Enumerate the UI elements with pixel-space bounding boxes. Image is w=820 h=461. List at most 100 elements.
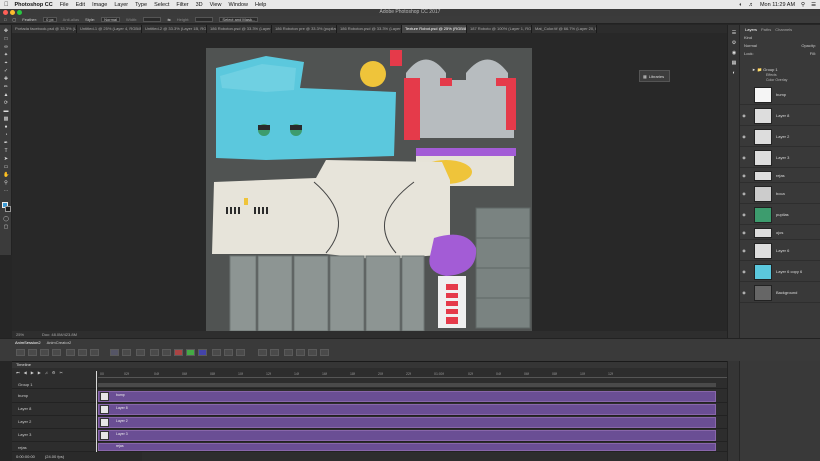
tab-document[interactable]: 186 Roboton.psd @ 33.3% (Layer 1... [207, 25, 272, 33]
tab-document[interactable]: 186 Roboton.psd @ 33.3% (Layer 1, RG... [337, 25, 402, 33]
anim-action-button[interactable] [258, 349, 267, 356]
layer-row[interactable]: ◉ Layer 6 copy 6 [740, 262, 820, 282]
history-brush-tool-icon[interactable]: ⟳ [3, 101, 9, 106]
minimize-window-button[interactable] [10, 10, 15, 15]
width-input[interactable] [143, 17, 162, 22]
swap-icon[interactable]: ⇆ [167, 17, 170, 22]
properties-icon[interactable]: ⚙ [731, 41, 737, 46]
tab-document[interactable]: Mat_Color.tif @ 66.7% (Layer 20, RGB... [532, 25, 597, 33]
eye-icon[interactable]: ◉ [740, 173, 748, 178]
anim-action-button[interactable] [150, 349, 159, 356]
menu-filter[interactable]: Filter [176, 2, 188, 8]
menu-select[interactable]: Select [154, 2, 169, 8]
tab-channels[interactable]: Channels [775, 27, 792, 32]
tab-document[interactable]: 187 Roboto @ 100% (Layer 1, RGB/... [467, 25, 532, 33]
zoom-window-button[interactable] [17, 10, 22, 15]
tab-paths[interactable]: Paths [761, 27, 771, 32]
eye-icon[interactable]: ◉ [740, 230, 748, 235]
tab-document[interactable]: Untitled-1 @ 25% (Layer 4, RGB/8... [77, 25, 142, 33]
tab-document[interactable]: Portada facebook.psd @ 33.3% (Layer ... [12, 25, 77, 33]
timeline-clip[interactable] [98, 404, 716, 415]
eraser-tool-icon[interactable]: ▬ [3, 109, 9, 114]
blend-mode-select[interactable]: Normal [744, 43, 757, 49]
prev-frame-icon[interactable]: ◀ [24, 370, 27, 375]
zoom-level[interactable]: 25% [16, 332, 24, 337]
timecode[interactable]: 0:00:00:00 [16, 454, 35, 459]
eye-icon[interactable]: ◉ [740, 191, 748, 196]
document-canvas[interactable] [206, 48, 532, 331]
lock-label[interactable]: Lock: [744, 51, 754, 57]
fill-label[interactable]: Fill: [810, 51, 816, 57]
timeline-track[interactable]: bump bump [12, 390, 727, 403]
marquee-tool-icon[interactable]: □ [4, 17, 6, 22]
tab-document[interactable]: Untitled-2 @ 33.3% (Layer 1B, RGB/8... [142, 25, 207, 33]
anim-action-button[interactable] [212, 349, 221, 356]
layer-row[interactable]: ◉ Background [740, 283, 820, 303]
anim-action-button[interactable] [296, 349, 305, 356]
first-frame-icon[interactable]: ⏮ [16, 370, 20, 375]
anim-action-button[interactable] [122, 349, 131, 356]
red-swatch-button[interactable] [174, 349, 183, 356]
antialias-checkbox[interactable]: Anti-alias [63, 17, 79, 22]
gradient-tool-icon[interactable]: ▩ [3, 117, 9, 122]
feather-input[interactable]: 0 px [43, 17, 57, 22]
anim-action-button[interactable] [52, 349, 61, 356]
lasso-tool-icon[interactable]: ∞ [3, 45, 9, 50]
eye-icon[interactable]: ◉ [740, 212, 748, 217]
healing-tool-icon[interactable]: ✚ [3, 77, 9, 82]
background-color-swatch[interactable] [5, 206, 11, 212]
anim-action-button[interactable] [308, 349, 317, 356]
quick-select-tool-icon[interactable]: ✦ [3, 53, 9, 58]
tab-animsession[interactable]: AnimSession2 [15, 340, 41, 345]
timeline-track[interactable]: Layer 2 Layer 2 [12, 416, 727, 429]
layer-row[interactable]: ◉ pupilas [740, 205, 820, 225]
height-input[interactable] [195, 17, 214, 22]
settings-icon[interactable]: ⚙ [52, 370, 56, 375]
tab-animcreator[interactable]: AnimCreator2 [47, 340, 72, 345]
layer-row[interactable]: bump [740, 85, 820, 105]
anim-action-button[interactable] [136, 349, 145, 356]
crop-tool-icon[interactable]: ⌖ [3, 61, 9, 66]
wifi-icon[interactable]: ◐ [739, 2, 742, 8]
apple-icon[interactable]:  [4, 2, 9, 8]
history-icon[interactable]: ☰ [731, 31, 737, 36]
adjustments-icon[interactable]: ◐ [731, 71, 737, 76]
audio-icon[interactable]: ♫ [45, 370, 48, 375]
layer-group-row[interactable]: ► 📁 Group 1 [752, 67, 778, 72]
app-name[interactable]: Photoshop CC [15, 2, 53, 8]
timeline-track-group[interactable]: Group 1 [12, 381, 727, 389]
layer-row[interactable]: ◉ Layer 8 [740, 106, 820, 126]
libraries-button[interactable]: ▦ Libraries [639, 70, 670, 82]
anim-action-button[interactable] [110, 349, 119, 356]
style-select[interactable]: Normal [101, 17, 121, 22]
timeline-track[interactable]: Layer 8 Layer 8 [12, 403, 727, 416]
split-icon[interactable]: ✂ [59, 370, 62, 375]
layer-row[interactable]: ◉ rejas [740, 169, 820, 183]
menu-file[interactable]: File [60, 2, 69, 8]
hand-tool-icon[interactable]: ✋ [3, 173, 9, 178]
layer-row[interactable]: ◉ Layer 2 [740, 127, 820, 147]
menu-3d[interactable]: 3D [196, 2, 203, 8]
anim-action-button[interactable] [284, 349, 293, 356]
quick-mask-icon[interactable]: ◯ [3, 217, 9, 222]
timeline-track[interactable]: rejas rejas [12, 442, 727, 452]
play-icon[interactable]: ▶ [31, 370, 34, 375]
timeline-clip[interactable] [98, 417, 716, 428]
eye-icon[interactable]: ◉ [740, 134, 748, 139]
timeline-clip[interactable] [98, 430, 716, 441]
clock[interactable]: Mon 11:29 AM [760, 2, 795, 8]
eye-icon[interactable]: ◉ [740, 113, 748, 118]
path-select-tool-icon[interactable]: ➤ [3, 157, 9, 162]
timeline-clip[interactable] [98, 391, 716, 402]
eyedropper-tool-icon[interactable]: ✓ [3, 69, 9, 74]
menu-image[interactable]: Image [92, 2, 107, 8]
eye-icon[interactable]: ◉ [740, 290, 748, 295]
anim-action-button[interactable] [28, 349, 37, 356]
menu-window[interactable]: Window [228, 2, 248, 8]
blur-tool-icon[interactable]: ● [3, 125, 9, 130]
zoom-tool-icon[interactable]: ⚲ [3, 181, 9, 186]
anim-action-button[interactable] [16, 349, 25, 356]
pen-tool-icon[interactable]: ✒ [3, 141, 9, 146]
layer-effects-label[interactable]: Effects [766, 73, 777, 77]
search-icon[interactable]: ⚲ [801, 2, 805, 8]
